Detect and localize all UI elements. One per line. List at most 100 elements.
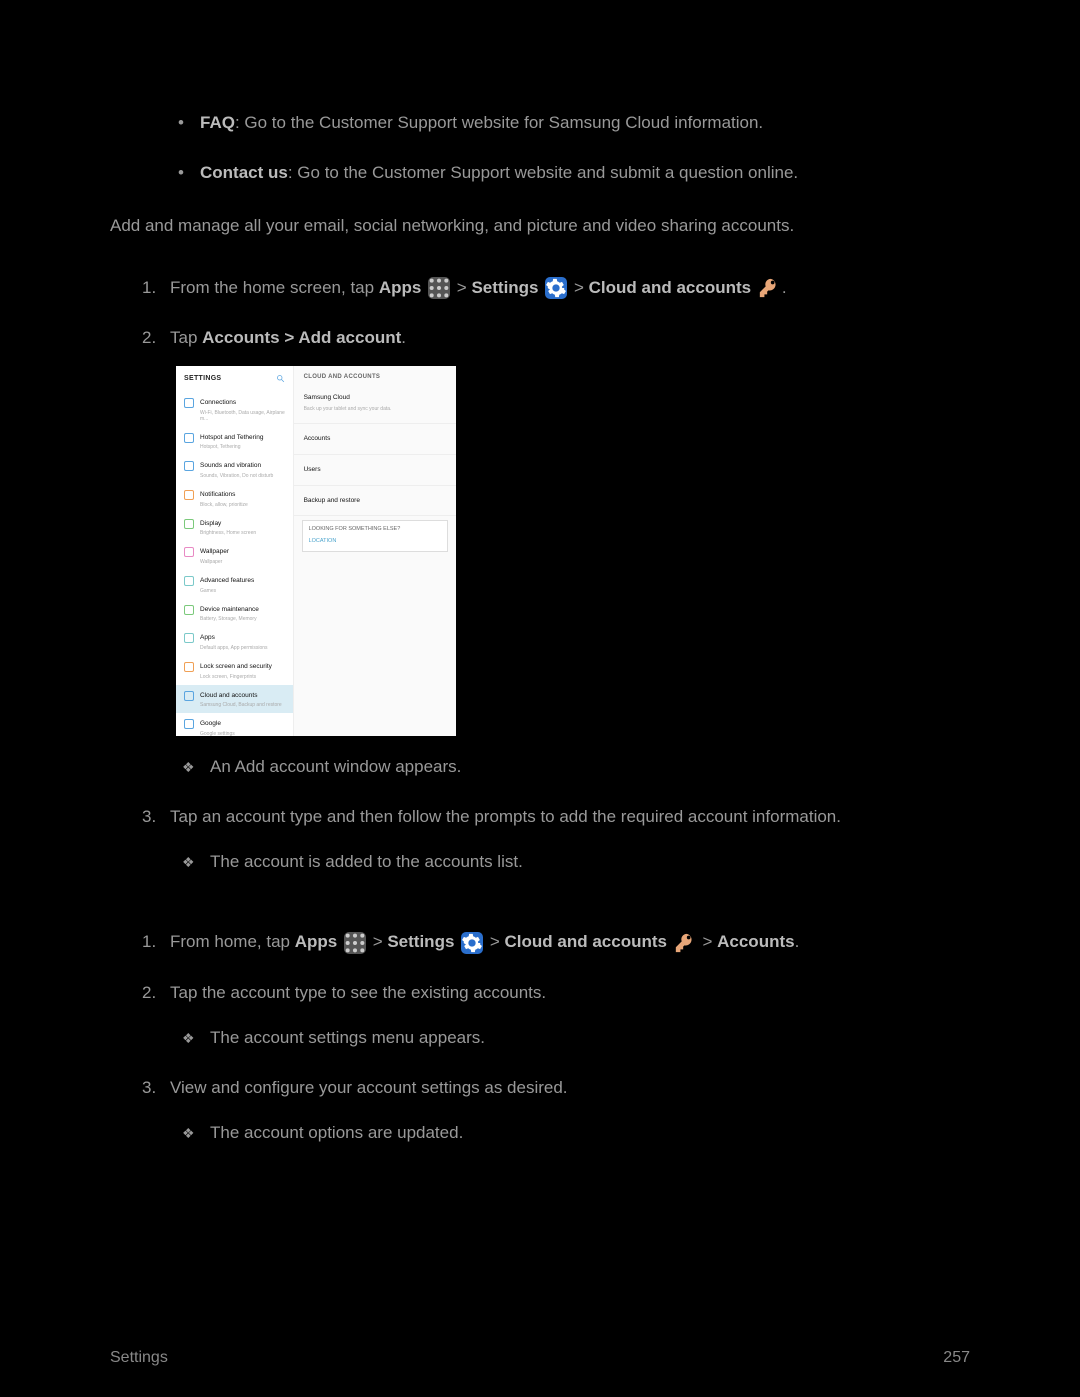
text-prefix: Tap: [170, 328, 202, 347]
mock-item-icon: [184, 433, 194, 443]
top-bullet-1: Contact us: Go to the Customer Support w…: [200, 160, 970, 186]
mock-item-sub: Hotspot, Tethering: [200, 444, 287, 450]
mock-item-icon: [184, 719, 194, 729]
mock-item-title: Sounds and vibration: [200, 460, 287, 472]
mock-item-sub: Battery, Storage, Memory: [200, 616, 287, 622]
step-text: Tap an account type and then follow the …: [170, 807, 841, 826]
mock-right-item: Users: [294, 458, 456, 482]
intro-text: Add and manage all your email, social ne…: [110, 213, 970, 239]
cloud-label: Cloud and accounts: [505, 932, 667, 951]
mock-right-title: Samsung Cloud: [304, 392, 446, 404]
mock-right-title: Backup and restore: [304, 495, 446, 507]
mock-item-title: Wallpaper: [200, 546, 287, 558]
mock-item-title: Advanced features: [200, 575, 287, 587]
manage-step-3-note: The account options are updated.: [210, 1118, 970, 1149]
mock-item-icon: [184, 547, 194, 557]
mock-item-sub: Games: [200, 588, 287, 594]
separator: >: [702, 932, 717, 951]
mock-item-sub: Google settings: [200, 731, 287, 736]
mock-sidebar-item: WallpaperWallpaper: [176, 541, 293, 570]
period: .: [401, 328, 406, 347]
settings-icon: [461, 932, 483, 954]
mock-item-title: Google: [200, 718, 287, 730]
mock-right-item: Accounts: [294, 427, 456, 451]
mock-item-icon: [184, 633, 194, 643]
mock-sidebar-item: Cloud and accountsSamsung Cloud, Backup …: [176, 685, 293, 714]
manage-step-2: Tap the account type to see the existing…: [170, 978, 970, 1053]
mock-item-sub: Wallpaper: [200, 559, 287, 565]
apps-icon: [344, 932, 366, 954]
period: .: [782, 278, 787, 297]
mock-item-icon: [184, 605, 194, 615]
search-icon: [276, 372, 285, 388]
mock-item-sub: Samsung Cloud, Backup and restore: [200, 702, 287, 708]
footer-page-number: 257: [943, 1349, 970, 1367]
separator: >: [373, 932, 388, 951]
manage-step-2-note: The account settings menu appears.: [210, 1023, 970, 1054]
mock-sidebar-item: NotificationsBlock, allow, prioritize: [176, 484, 293, 513]
mock-item-title: Display: [200, 518, 287, 530]
separator: >: [490, 932, 505, 951]
mock-sidebar-item: DisplayBrightness, Home screen: [176, 513, 293, 542]
mock-content-title: CLOUD AND ACCOUNTS: [294, 366, 456, 387]
add-step-1: From the home screen, tap Apps > Setting…: [170, 273, 970, 304]
add-step-2-note: An Add account window appears.: [210, 752, 970, 783]
settings-label: Settings: [387, 932, 454, 951]
separator: >: [457, 278, 472, 297]
mock-sidebar-item: Device maintenanceBattery, Storage, Memo…: [176, 599, 293, 628]
accounts-label: Accounts: [717, 932, 794, 951]
apps-icon: [428, 277, 450, 299]
mock-box-link: LOCATION: [309, 537, 441, 547]
settings-screenshot: SETTINGS ConnectionsWi-Fi, Bluetooth, Da…: [176, 366, 456, 736]
mock-box-title: LOOKING FOR SOMETHING ELSE?: [309, 525, 441, 535]
mock-sidebar-item: Hotspot and TetheringHotspot, Tethering: [176, 427, 293, 456]
mock-right-item: Backup and restore: [294, 489, 456, 513]
mock-item-title: Lock screen and security: [200, 661, 287, 673]
mock-sidebar-item: Sounds and vibrationSounds, Vibration, D…: [176, 455, 293, 484]
add-step-2: Tap Accounts > Add account. SETTINGS Con…: [170, 323, 970, 782]
mock-item-icon: [184, 691, 194, 701]
mock-item-icon: [184, 398, 194, 408]
apps-label: Apps: [295, 932, 338, 951]
mock-item-icon: [184, 490, 194, 500]
mock-sidebar: SETTINGS ConnectionsWi-Fi, Bluetooth, Da…: [176, 366, 294, 736]
text-prefix: From the home screen, tap: [170, 278, 379, 297]
add-step-3-note: The account is added to the accounts lis…: [210, 847, 970, 878]
mock-sidebar-item: GoogleGoogle settings: [176, 713, 293, 735]
mock-right-title: Accounts: [304, 433, 446, 445]
manage-account-steps: From home, tap Apps > Settings > Cloud a…: [110, 927, 970, 1148]
top-bullet-list: FAQ: Go to the Customer Support website …: [110, 110, 970, 185]
separator: >: [574, 278, 589, 297]
manage-step-1: From home, tap Apps > Settings > Cloud a…: [170, 927, 970, 958]
mock-item-title: Hotspot and Tethering: [200, 432, 287, 444]
mock-item-sub: Lock screen, Fingerprints: [200, 674, 287, 680]
cloud-label: Cloud and accounts: [589, 278, 751, 297]
mock-item-title: Notifications: [200, 489, 287, 501]
mock-item-sub: Wi-Fi, Bluetooth, Data usage, Airplane m…: [200, 410, 287, 422]
step-text: Tap the account type to see the existing…: [170, 983, 546, 1002]
path-bold: Accounts > Add account: [202, 328, 401, 347]
mock-content: CLOUD AND ACCOUNTS Samsung CloudBack up …: [294, 366, 456, 736]
mock-item-sub: Brightness, Home screen: [200, 530, 287, 536]
text-prefix: From home, tap: [170, 932, 295, 951]
add-account-steps: From the home screen, tap Apps > Setting…: [110, 273, 970, 878]
mock-item-sub: Sounds, Vibration, Do not disturb: [200, 473, 287, 479]
footer-section: Settings: [110, 1349, 168, 1367]
mock-item-title: Apps: [200, 632, 287, 644]
top-bullet-0: FAQ: Go to the Customer Support website …: [200, 110, 970, 136]
mock-sidebar-title: SETTINGS: [184, 373, 221, 386]
mock-item-title: Cloud and accounts: [200, 690, 287, 702]
mock-sidebar-item: Advanced featuresGames: [176, 570, 293, 599]
mock-item-sub: Block, allow, prioritize: [200, 502, 287, 508]
period: .: [795, 932, 800, 951]
key-icon: [674, 932, 696, 954]
mock-item-icon: [184, 662, 194, 672]
mock-item-icon: [184, 461, 194, 471]
page-footer: Settings 257: [110, 1349, 970, 1367]
mock-suggestion-box: LOOKING FOR SOMETHING ELSE? LOCATION: [302, 520, 448, 552]
settings-icon: [545, 277, 567, 299]
manage-step-3: View and configure your account settings…: [170, 1073, 970, 1148]
mock-item-title: Connections: [200, 397, 287, 409]
settings-label: Settings: [471, 278, 538, 297]
step-text: View and configure your account settings…: [170, 1078, 568, 1097]
